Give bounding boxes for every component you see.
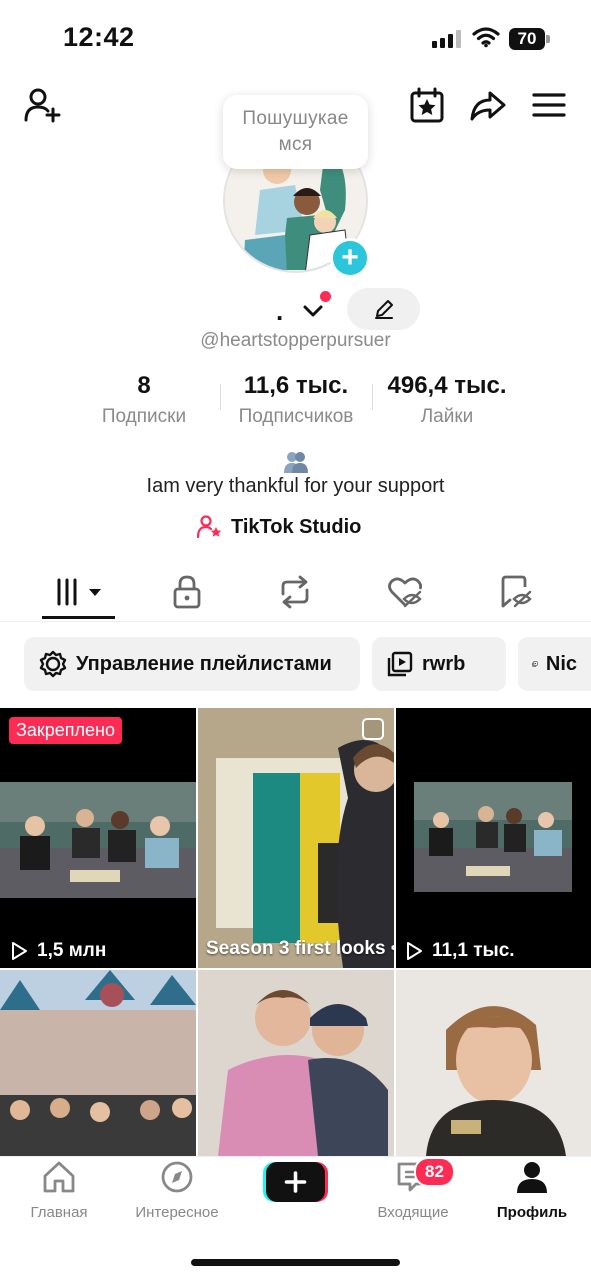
stat-following-label: Подписки: [101, 406, 187, 427]
battery-indicator: 70: [509, 28, 545, 50]
stat-followers-value: 11,6 тыс.: [243, 372, 349, 399]
video-tile[interactable]: [0, 708, 196, 968]
share-icon[interactable]: [468, 85, 508, 125]
status-time: 12:42: [63, 22, 135, 52]
pencil-icon: [374, 300, 393, 319]
tab-active-underline: [42, 616, 115, 619]
tiktok-studio-link[interactable]: TikTok Studio: [197, 515, 361, 539]
cellular-signal-icon: [432, 30, 461, 48]
nav-label: Интересное: [135, 1204, 219, 1221]
playlist-chip-nic[interactable]: Nic: [518, 637, 591, 691]
stat-divider: [372, 384, 373, 410]
playlist-chip-label: Управление плейлистами: [76, 652, 332, 675]
video-views-count: 1,5 млн: [37, 940, 107, 961]
play-icon: [12, 942, 27, 960]
playlist-icon: [387, 651, 413, 677]
play-icon: [407, 942, 422, 960]
calendar-star-icon[interactable]: [407, 85, 447, 125]
menu-icon[interactable]: [529, 85, 569, 125]
tab-favorites-hidden-icon[interactable]: [495, 572, 535, 612]
tab-videos-grid-icon[interactable]: [55, 572, 105, 612]
stat-likes-label: Лайки: [420, 406, 474, 427]
playlist-chip-label: Nic: [545, 652, 577, 675]
video-caption: Season 3 first looks <3: [206, 938, 394, 959]
stat-likes-value: 496,4 тыс.: [387, 372, 507, 399]
avatar-tooltip: Пошушукае мся: [223, 95, 368, 169]
tab-private-lock-icon[interactable]: [167, 572, 207, 612]
video-views: 1,5 млн: [9, 940, 106, 962]
stat-following-value: 8: [137, 372, 151, 399]
nav-label: Входящие: [377, 1204, 449, 1221]
stat-followers[interactable]: 11,6 тыс. Подписчиков: [226, 372, 366, 428]
wifi-icon: [472, 27, 500, 48]
create-plus-button[interactable]: [263, 1160, 328, 1204]
tab-liked-hidden-icon[interactable]: [385, 572, 425, 612]
people-emoji-icon: [284, 452, 308, 473]
battery-nub: [546, 35, 550, 43]
video-tile[interactable]: [0, 970, 196, 1156]
home-icon: [43, 1161, 75, 1193]
nav-label: Главная: [30, 1204, 88, 1221]
profile-nickname: .: [276, 296, 284, 326]
stat-followers-label: Подписчиков: [238, 406, 354, 427]
profile-icon: [517, 1162, 547, 1193]
home-indicator: [191, 1259, 400, 1266]
video-tile[interactable]: [396, 970, 591, 1156]
pinned-badge: Закреплено: [9, 717, 122, 744]
gear-icon: [39, 650, 67, 678]
profile-bio: Iam very thankful for your support: [146, 475, 445, 497]
tab-reposts-icon[interactable]: [275, 572, 315, 612]
stat-divider: [220, 384, 221, 410]
nav-label: Профиль: [496, 1204, 568, 1221]
edit-profile-button[interactable]: [347, 288, 420, 330]
studio-user-star-icon: [197, 515, 222, 539]
manage-playlists-button[interactable]: Управление плейлистами: [24, 637, 360, 691]
nav-discover[interactable]: Интересное: [122, 1160, 232, 1221]
video-views-count: 11,1 тыс.: [432, 940, 515, 961]
profile-username: @heartstopperpursuer: [200, 330, 391, 351]
stat-following[interactable]: 8 Подписки: [84, 372, 204, 428]
video-views: 11,1 тыс.: [404, 940, 515, 962]
stat-likes[interactable]: 496,4 тыс. Лайки: [376, 372, 518, 428]
chevron-down-icon[interactable]: [300, 298, 326, 324]
multi-photo-icon: [362, 718, 384, 740]
playlist-chip-rwrb[interactable]: rwrb: [372, 637, 506, 691]
notification-dot: [320, 291, 331, 302]
nav-profile[interactable]: Профиль: [477, 1160, 587, 1221]
inbox-unread-badge: 82: [414, 1157, 455, 1187]
video-tile[interactable]: Season 3 first looks <3: [198, 708, 394, 968]
add-friend-icon[interactable]: [23, 85, 63, 125]
compass-icon: [161, 1161, 193, 1193]
tiktok-studio-label: TikTok Studio: [231, 515, 362, 538]
add-avatar-button[interactable]: +: [330, 238, 370, 278]
nav-home[interactable]: Главная: [4, 1160, 114, 1221]
video-tile[interactable]: [396, 708, 591, 968]
playlist-chip-label: rwrb: [422, 652, 466, 675]
video-tile[interactable]: [198, 970, 394, 1156]
playlist-icon: [532, 661, 538, 667]
